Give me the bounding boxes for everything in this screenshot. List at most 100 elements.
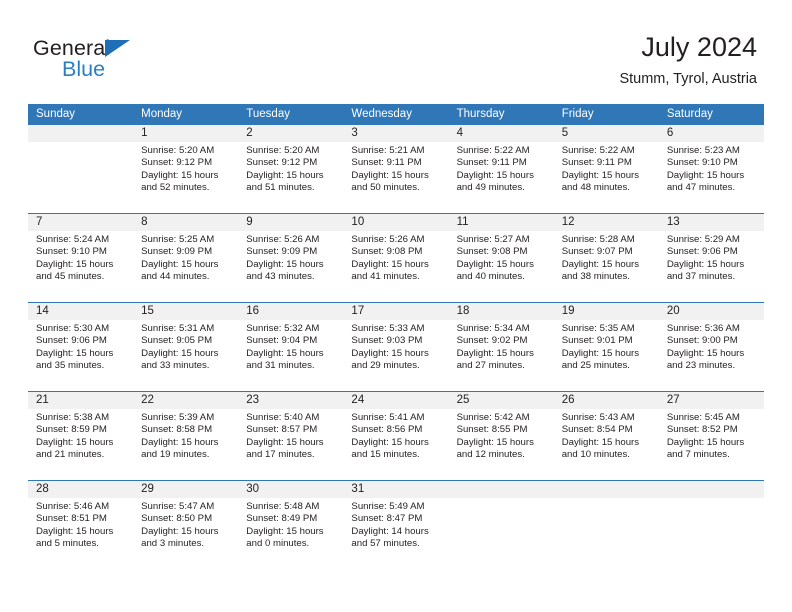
day-number[interactable]: 1 xyxy=(133,125,238,142)
day-number[interactable]: 30 xyxy=(238,481,343,498)
day-cell[interactable]: Sunrise: 5:38 AM Sunset: 8:59 PM Daylight:… xyxy=(28,409,133,480)
day-cell[interactable]: Sunrise: 5:36 AM Sunset: 9:00 PM Daylight:… xyxy=(659,320,764,391)
day-sunrise-text: Sunrise: 5:40 AM xyxy=(246,412,320,423)
day-cell-empty xyxy=(28,142,133,213)
title-block: July 2024 Stumm, Tyrol, Austria xyxy=(619,30,757,89)
day-number[interactable]: 18 xyxy=(449,303,554,320)
day-cell[interactable]: Sunrise: 5:22 AM Sunset: 9:11 PM Daylight:… xyxy=(449,142,554,213)
day-cell[interactable]: Sunrise: 5:20 AM Sunset: 9:12 PM Daylight:… xyxy=(238,142,343,213)
day-sunrise-text: Sunrise: 5:35 AM xyxy=(561,323,635,334)
day-cell[interactable]: Sunrise: 5:25 AM Sunset: 9:09 PM Daylight:… xyxy=(133,231,238,302)
day-number[interactable]: 4 xyxy=(449,125,554,142)
day-number[interactable]: 23 xyxy=(238,392,343,409)
day-sunset-text: Sunset: 9:09 PM xyxy=(141,246,213,258)
day-daylight-line1-text: Daylight: 15 hours xyxy=(666,169,745,181)
day-daylight-line2-text: and 10 minutes. xyxy=(561,449,630,461)
day-cell[interactable]: Sunrise: 5:33 AM Sunset: 9:03 PM Daylight:… xyxy=(343,320,448,391)
day-sunrise-text: Sunrise: 5:48 AM xyxy=(246,501,320,512)
day-number[interactable]: 3 xyxy=(343,125,448,142)
day-number[interactable]: 28 xyxy=(28,481,133,498)
day-number[interactable]: 21 xyxy=(28,392,133,409)
day-number[interactable]: 19 xyxy=(554,303,659,320)
day-cell[interactable]: Sunrise: 5:43 AM Sunset: 8:54 PM Daylight:… xyxy=(554,409,659,480)
day-cell[interactable]: Sunrise: 5:35 AM Sunset: 9:01 PM Daylight:… xyxy=(554,320,659,391)
day-sunset-text: Sunset: 8:57 PM xyxy=(246,424,318,436)
day-number[interactable]: 22 xyxy=(133,392,238,409)
day-daylight-line2-text: and 47 minutes. xyxy=(666,182,736,194)
day-number[interactable]: 2 xyxy=(238,125,343,142)
day-number[interactable]: 25 xyxy=(449,392,554,409)
day-cell[interactable]: Sunrise: 5:48 AM Sunset: 8:49 PM Daylight:… xyxy=(238,498,343,571)
day-daylight-line2-text: and 43 minutes. xyxy=(246,271,315,283)
day-cell[interactable]: Sunrise: 5:28 AM Sunset: 9:07 PM Daylight:… xyxy=(554,231,659,302)
day-number[interactable]: 16 xyxy=(238,303,343,320)
day-cell[interactable]: Sunrise: 5:32 AM Sunset: 9:04 PM Daylight:… xyxy=(238,320,343,391)
day-cell[interactable]: Sunrise: 5:29 AM Sunset: 9:06 PM Daylight:… xyxy=(659,231,764,302)
day-daylight-line2-text: and 3 minutes. xyxy=(141,538,205,550)
day-cell[interactable]: Sunrise: 5:40 AM Sunset: 8:57 PM Daylight:… xyxy=(238,409,343,480)
day-cell[interactable]: Sunrise: 5:49 AM Sunset: 8:47 PM Daylight:… xyxy=(343,498,448,571)
day-sunset-text: Sunset: 9:09 PM xyxy=(246,246,318,258)
day-daylight-line2-text: and 44 minutes. xyxy=(141,271,210,283)
day-sunset-text: Sunset: 9:08 PM xyxy=(456,246,528,258)
day-cell[interactable]: Sunrise: 5:46 AM Sunset: 8:51 PM Daylight:… xyxy=(28,498,133,571)
day-number[interactable]: 13 xyxy=(659,214,764,231)
day-cell[interactable]: Sunrise: 5:22 AM Sunset: 9:11 PM Daylight:… xyxy=(554,142,659,213)
general-blue-logo[interactable]: General Blue xyxy=(33,36,183,84)
day-number[interactable]: 24 xyxy=(343,392,448,409)
day-cell[interactable]: Sunrise: 5:30 AM Sunset: 9:06 PM Daylight:… xyxy=(28,320,133,391)
day-daylight-line1-text: Daylight: 15 hours xyxy=(561,169,640,181)
day-sunrise-text: Sunrise: 5:24 AM xyxy=(36,234,110,245)
day-sunrise-text: Sunrise: 5:33 AM xyxy=(351,323,425,334)
day-number[interactable]: 8 xyxy=(133,214,238,231)
week-detail-band: Sunrise: 5:46 AM Sunset: 8:51 PM Daylight:… xyxy=(28,498,764,571)
day-daylight-line1-text: Daylight: 15 hours xyxy=(456,169,534,181)
day-number[interactable]: 20 xyxy=(659,303,764,320)
day-sunset-text: Sunset: 9:12 PM xyxy=(246,157,318,169)
day-daylight-line1-text: Daylight: 15 hours xyxy=(561,436,640,448)
day-cell[interactable]: Sunrise: 5:24 AM Sunset: 9:10 PM Daylight:… xyxy=(28,231,133,302)
day-daylight-line2-text: and 15 minutes. xyxy=(351,449,420,461)
day-daylight-line1-text: Daylight: 15 hours xyxy=(141,169,219,181)
day-number[interactable]: 26 xyxy=(554,392,659,409)
day-cell[interactable]: Sunrise: 5:27 AM Sunset: 9:08 PM Daylight:… xyxy=(449,231,554,302)
day-number[interactable]: 5 xyxy=(554,125,659,142)
week-detail-band: Sunrise: 5:38 AM Sunset: 8:59 PM Daylight:… xyxy=(28,409,764,480)
day-daylight-line2-text: and 33 minutes. xyxy=(141,360,210,372)
day-number[interactable]: 17 xyxy=(343,303,448,320)
day-number-empty xyxy=(659,481,764,498)
day-sunset-text: Sunset: 9:06 PM xyxy=(36,335,107,347)
day-daylight-line1-text: Daylight: 15 hours xyxy=(666,347,745,359)
day-sunrise-text: Sunrise: 5:28 AM xyxy=(561,234,635,245)
day-cell[interactable]: Sunrise: 5:42 AM Sunset: 8:55 PM Daylight:… xyxy=(449,409,554,480)
day-daylight-line1-text: Daylight: 15 hours xyxy=(36,525,114,537)
day-number[interactable]: 14 xyxy=(28,303,133,320)
day-number[interactable]: 10 xyxy=(343,214,448,231)
day-cell[interactable]: Sunrise: 5:26 AM Sunset: 9:09 PM Daylight:… xyxy=(238,231,343,302)
day-cell[interactable]: Sunrise: 5:47 AM Sunset: 8:50 PM Daylight:… xyxy=(133,498,238,571)
day-number[interactable]: 6 xyxy=(659,125,764,142)
day-number[interactable]: 29 xyxy=(133,481,238,498)
day-number[interactable]: 31 xyxy=(343,481,448,498)
day-sunrise-text: Sunrise: 5:22 AM xyxy=(561,145,635,156)
calendar-grid: Sunday Monday Tuesday Wednesday Thursday Frid… xyxy=(28,104,764,571)
day-cell[interactable]: Sunrise: 5:21 AM Sunset: 9:11 PM Daylight:… xyxy=(343,142,448,213)
day-cell[interactable]: Sunrise: 5:31 AM Sunset: 9:05 PM Daylight:… xyxy=(133,320,238,391)
day-cell[interactable]: Sunrise: 5:26 AM Sunset: 9:08 PM Daylight:… xyxy=(343,231,448,302)
day-cell[interactable]: Sunrise: 5:39 AM Sunset: 8:58 PM Daylight:… xyxy=(133,409,238,480)
day-cell[interactable]: Sunrise: 5:41 AM Sunset: 8:56 PM Daylight:… xyxy=(343,409,448,480)
day-number[interactable]: 7 xyxy=(28,214,133,231)
day-of-week-header-tuesday: Tuesday xyxy=(246,108,290,120)
week-day-number-band: 7 8 9 10 11 12 13 xyxy=(28,214,764,231)
day-sunset-text: Sunset: 9:10 PM xyxy=(36,246,107,258)
day-cell[interactable]: Sunrise: 5:20 AM Sunset: 9:12 PM Daylight:… xyxy=(133,142,238,213)
day-number[interactable]: 27 xyxy=(659,392,764,409)
day-daylight-line1-text: Daylight: 15 hours xyxy=(141,258,219,270)
day-cell[interactable]: Sunrise: 5:23 AM Sunset: 9:10 PM Daylight:… xyxy=(659,142,764,213)
day-number[interactable]: 15 xyxy=(133,303,238,320)
day-number[interactable]: 9 xyxy=(238,214,343,231)
day-cell[interactable]: Sunrise: 5:45 AM Sunset: 8:52 PM Daylight:… xyxy=(659,409,764,480)
day-number[interactable]: 11 xyxy=(449,214,554,231)
day-cell[interactable]: Sunrise: 5:34 AM Sunset: 9:02 PM Daylight:… xyxy=(449,320,554,391)
day-number[interactable]: 12 xyxy=(554,214,659,231)
